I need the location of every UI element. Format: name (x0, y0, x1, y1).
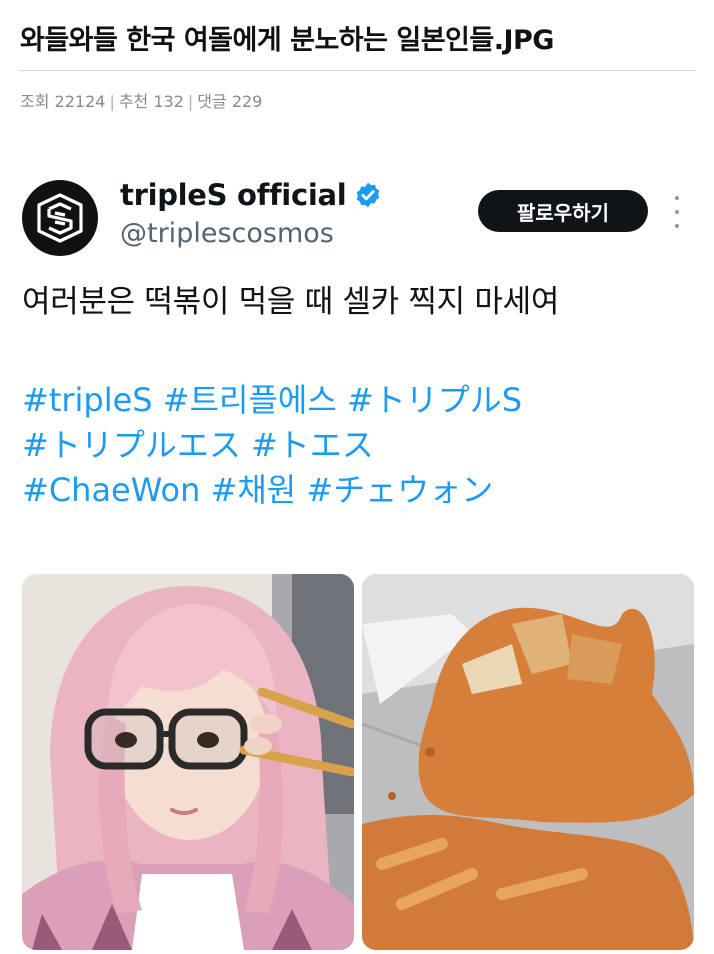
post-meta: 조회 22124 | 추천 132 | 댓글 229 (20, 88, 262, 112)
verified-badge-icon (357, 182, 380, 208)
follow-button[interactable]: 팔로우하기 (478, 190, 648, 232)
triples-logo-icon (37, 193, 83, 243)
tweet-photo-tteokbokki[interactable] (362, 574, 694, 950)
post-title: 와들와들 한국 여돌에게 분노하는 일본인들.JPG (20, 25, 554, 56)
tweet-text: 여러분은 떡볶이 먹을 때 셀카 찍지 마세여 (22, 284, 560, 320)
recommend-count: 추천 132 (118, 92, 184, 111)
hashtag-line[interactable]: #ChaeWon #채원 #チェウォン (22, 468, 522, 513)
account-handle[interactable]: @triplescosmos (120, 218, 334, 249)
more-dot (675, 224, 679, 228)
more-dot (675, 210, 679, 214)
hashtag-line[interactable]: #tripleS #트리플에스 #トリプルS (22, 378, 522, 423)
display-name[interactable]: tripleS official (120, 178, 347, 212)
selfie-illustration (22, 574, 354, 950)
meta-separator: | (187, 92, 194, 111)
more-vertical-icon[interactable] (667, 196, 687, 228)
title-divider (18, 70, 695, 71)
tteokbokki-illustration (362, 574, 694, 950)
tweet-photo-selfie[interactable] (22, 574, 354, 950)
more-dot (675, 196, 679, 200)
hashtag-block: #tripleS #트리플에스 #トリプルS #トリプルエス #トエス #Cha… (22, 378, 522, 513)
meta-separator: | (109, 92, 115, 111)
account-name-row: tripleS official (120, 178, 382, 212)
avatar[interactable] (22, 180, 98, 256)
hashtag-line[interactable]: #トリプルエス #トエス (22, 423, 522, 468)
view-count: 조회 22124 (20, 92, 106, 111)
comment-count: 댓글 229 (197, 92, 263, 111)
